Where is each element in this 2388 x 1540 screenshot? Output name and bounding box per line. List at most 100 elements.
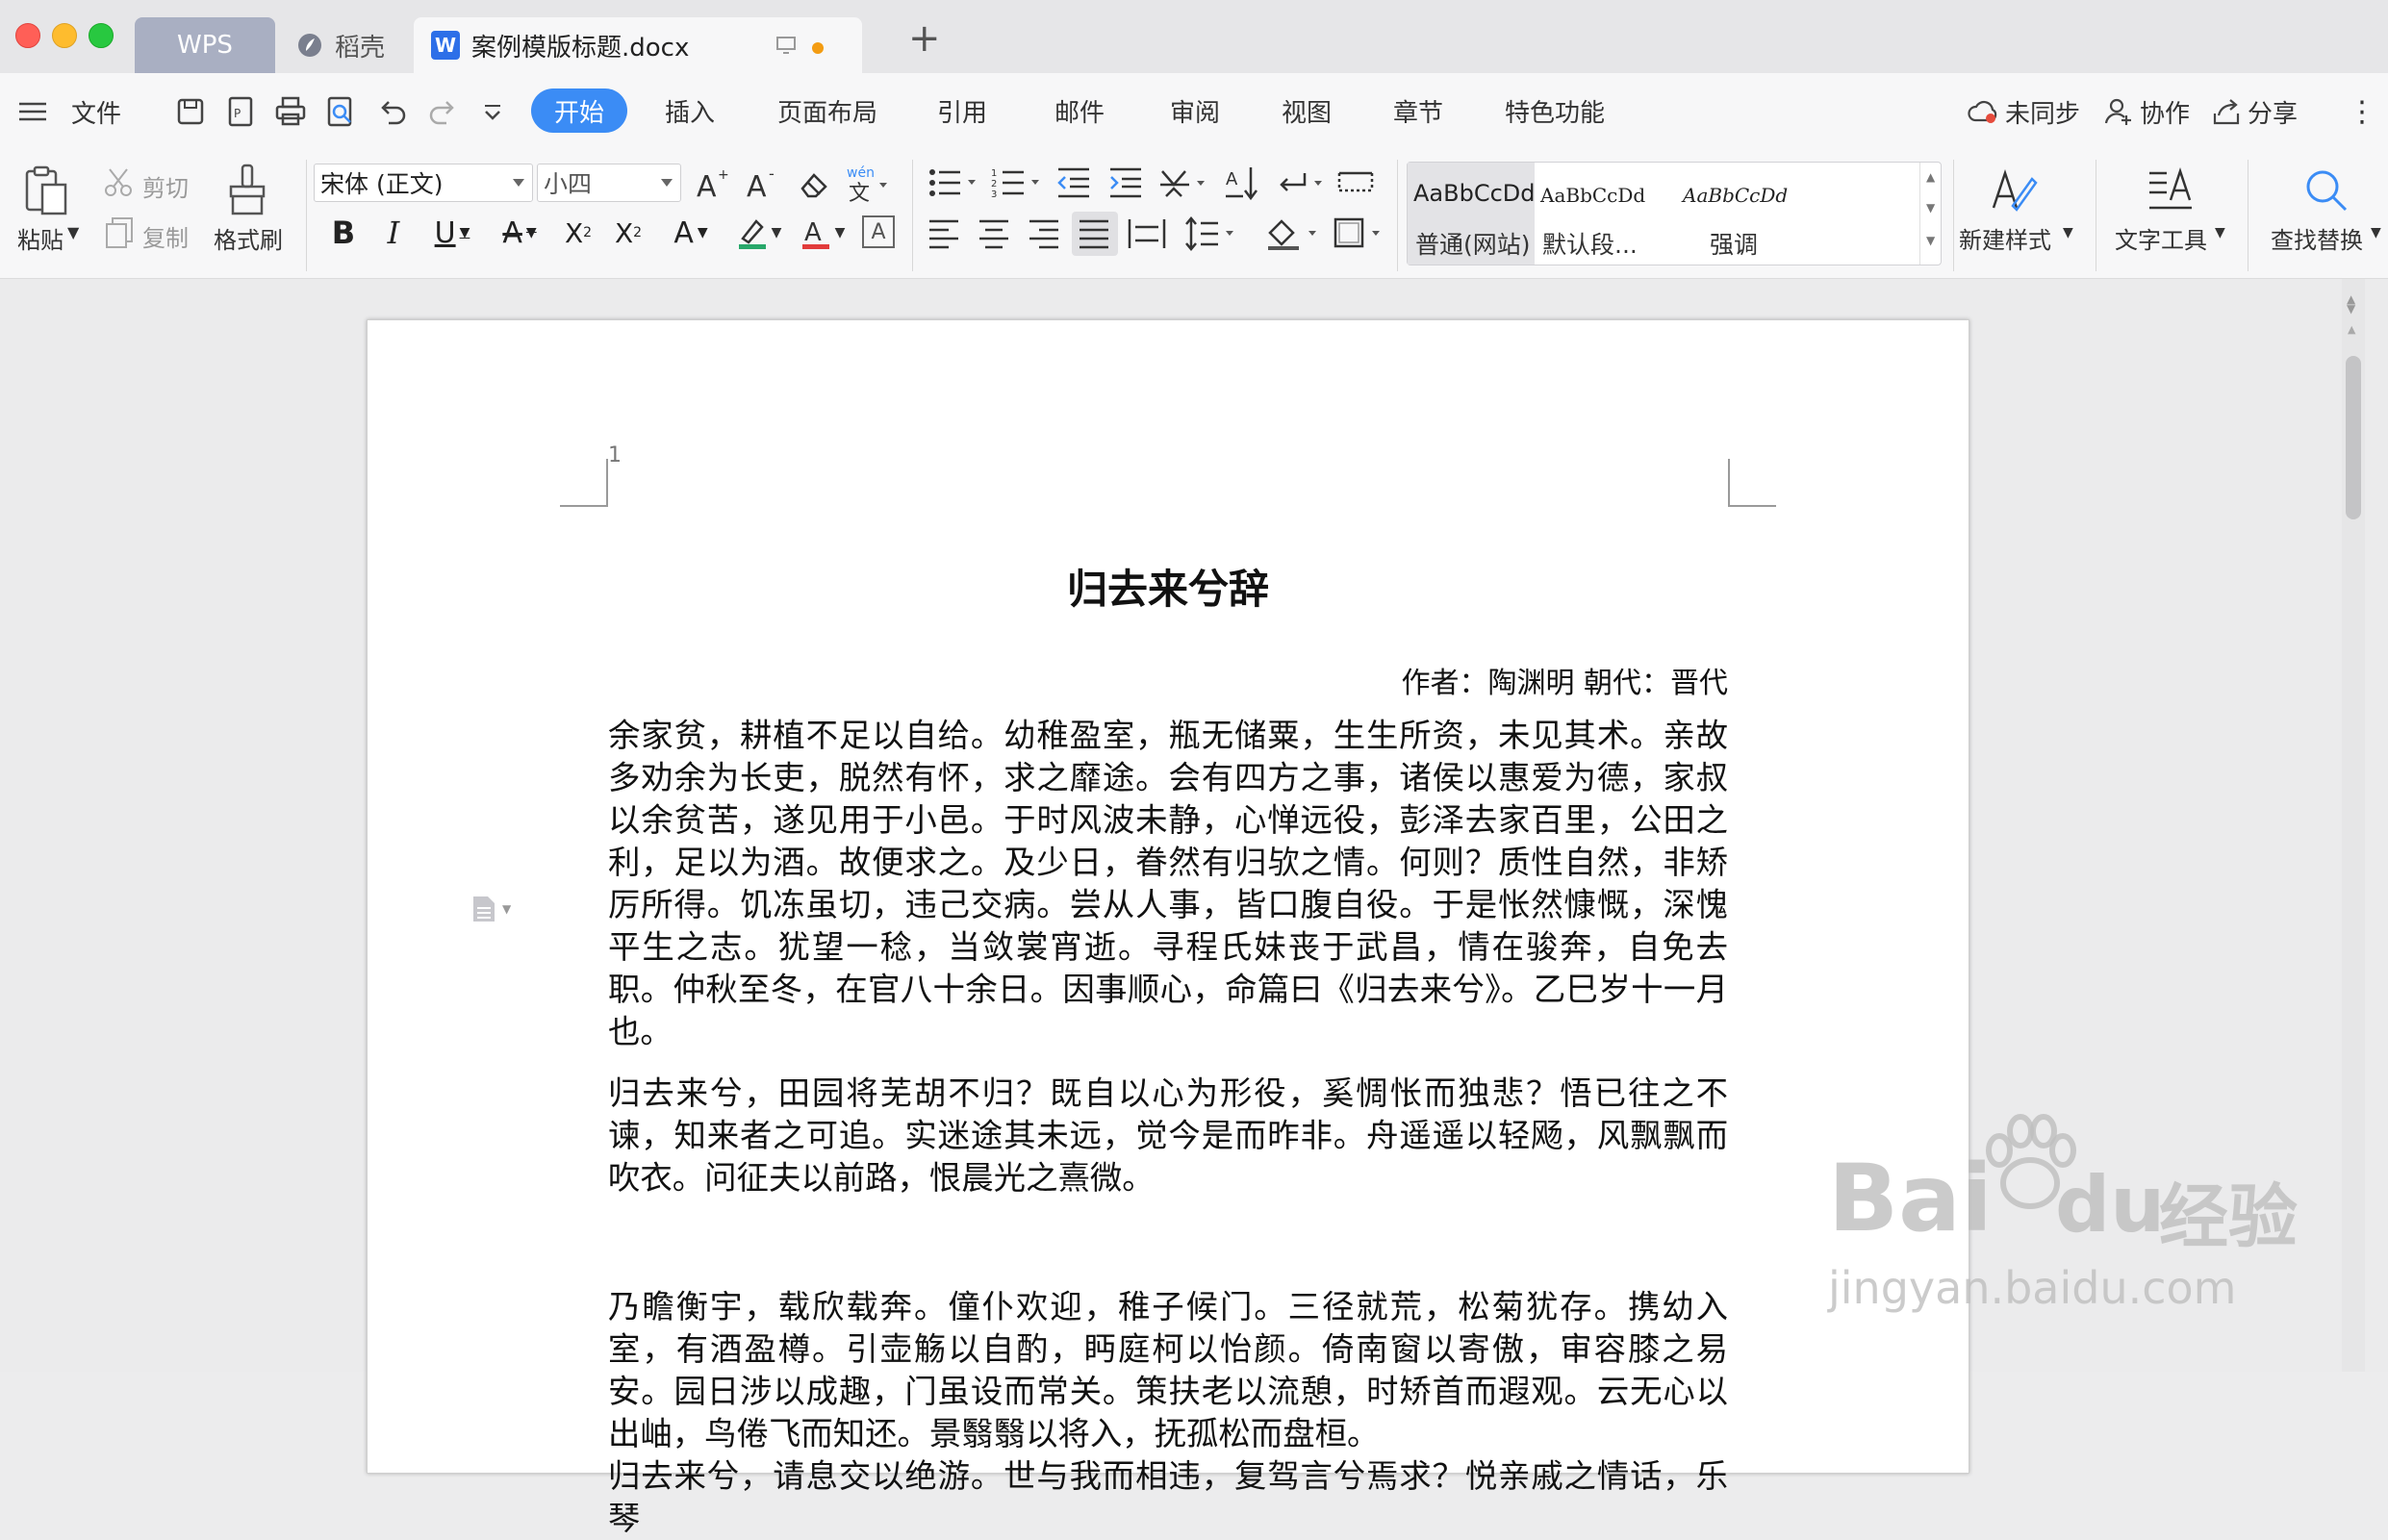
share-icon [2213, 99, 2240, 125]
character-border-button[interactable]: A [862, 215, 895, 248]
document-page[interactable]: 1 归去来兮辞 作者：陶渊明 朝代：晋代 余家贫，耕植不足以自给。幼稚盈室，瓶无… [367, 319, 1969, 1537]
font-color-button[interactable]: A ▼ [793, 214, 851, 252]
style-sample: AaBbCcDd [1683, 184, 1789, 207]
tab-daoke-label: 稻壳 [335, 33, 386, 63]
paragraph-handle[interactable]: ▼ [471, 895, 511, 923]
decrease-indent-icon[interactable] [1056, 165, 1093, 200]
line-spacing-icon[interactable] [1183, 215, 1239, 252]
tab-home[interactable]: 开始 [531, 88, 627, 133]
monitor-icon[interactable] [775, 35, 797, 56]
table-of-contents-icon[interactable] [1337, 167, 1374, 198]
show-hide-marks-icon[interactable] [1276, 164, 1328, 202]
document-author-line[interactable]: 作者：陶渊明 朝代：晋代 [608, 659, 1728, 701]
highlight-color-button[interactable]: ▼ [729, 214, 787, 252]
close-window-button[interactable] [15, 23, 40, 48]
zoom-window-button[interactable] [89, 23, 114, 48]
scroll-top-icon[interactable]: ▲ ▼ [2347, 293, 2355, 315]
align-right-icon[interactable] [1028, 217, 1062, 250]
collaborate-button[interactable]: 协作 [2103, 73, 2190, 150]
tab-document[interactable]: W 案例模版标题.docx [414, 17, 862, 73]
increase-indent-icon[interactable] [1108, 165, 1145, 200]
baidu-jingyan-watermark: Bai du 经验 jingyan.baidu.com [1828, 1106, 2309, 1327]
align-center-icon[interactable] [978, 217, 1012, 250]
svg-text:P: P [234, 107, 241, 120]
file-menu[interactable]: 文件 [71, 73, 121, 150]
bold-button[interactable]: B [327, 214, 360, 252]
print-icon[interactable] [273, 94, 308, 129]
decrease-font-size-icon[interactable]: A - [745, 165, 781, 202]
borders-icon[interactable] [1332, 214, 1385, 252]
chevron-down-icon[interactable]: ▼ [1926, 201, 1935, 215]
italic-button[interactable]: I [377, 214, 410, 252]
font-name-select[interactable]: 宋体 (正文) [314, 164, 533, 202]
chevron-up-icon[interactable]: ▲ [2348, 323, 2355, 336]
export-pdf-icon[interactable]: P [223, 94, 258, 129]
hamburger-menu-icon[interactable] [15, 94, 50, 129]
tab-references-label: 引用 [936, 98, 987, 128]
cut-label: 剪切 [142, 175, 189, 202]
clear-formatting-icon[interactable] [797, 167, 831, 202]
style-gallery: AaBbCcDd 普通(网站) AaBbCcDd 默认段... AaBbCcDd… [1407, 162, 1942, 265]
justify-button[interactable] [1072, 212, 1118, 256]
collaborate-label: 协作 [2140, 99, 2191, 129]
distributed-align-icon[interactable] [1128, 217, 1166, 250]
tab-mailings[interactable]: 邮件 [1041, 88, 1118, 133]
underline-button[interactable]: U ▼ [423, 214, 481, 252]
text-effect-button[interactable]: A ▼ [662, 214, 720, 252]
document-title[interactable]: 归去来兮辞 [608, 557, 1728, 616]
style-emphasis[interactable]: AaBbCcDd 强调 [1662, 163, 1789, 265]
align-justify-icon [1080, 219, 1108, 249]
strikethrough-button[interactable]: A ▼ [491, 214, 548, 252]
more-options-icon[interactable]: ⋮ [2348, 73, 2376, 150]
tab-view-label: 视图 [1281, 98, 1332, 128]
tab-review[interactable]: 审阅 [1156, 88, 1233, 133]
print-preview-icon[interactable] [323, 94, 358, 129]
minimize-window-button[interactable] [52, 23, 77, 48]
document-paragraph[interactable]: 余家贫，耕植不足以自给。幼稚盈室，瓶无储粟，生生所资，未见其术。亲故多劝余为长吏… [608, 715, 1728, 1053]
font-size-select[interactable]: 小四 [537, 164, 681, 202]
chevron-down-icon [513, 179, 524, 187]
shading-icon[interactable] [1264, 214, 1322, 252]
paste-dropdown-icon[interactable]: ▼ [67, 223, 79, 241]
margin-corner-mark [1728, 459, 1776, 507]
style-default-paragraph[interactable]: AaBbCcDd 默认段... [1535, 163, 1662, 265]
phonetic-guide-icon[interactable]: wén 文 [845, 164, 889, 202]
increase-font-size-icon[interactable]: A + [695, 165, 731, 202]
subscript-button[interactable]: X2 [608, 214, 648, 252]
tab-daoke[interactable]: 稻壳 [289, 17, 410, 73]
save-icon[interactable] [173, 94, 208, 129]
expand-gallery-icon[interactable]: ▼ [1926, 234, 1935, 247]
scrollbar-thumb[interactable] [2346, 356, 2361, 519]
vertical-scrollbar[interactable]: ▲ ▼ ▲ [2342, 279, 2365, 1372]
document-paragraph[interactable]: 乃瞻衡宇，载欣载奔。僮仆欢迎，稚子候门。三径就荒，松菊犹存。携幼入室，有酒盈樽。… [608, 1286, 1728, 1455]
document-paragraph[interactable]: 归去来兮，请息交以绝游。世与我而相违，复驾言兮焉求？悦亲戚之情话，乐琴 [608, 1455, 1728, 1540]
bullet-list-icon[interactable] [927, 165, 979, 200]
tab-insert[interactable]: 插入 [647, 88, 733, 133]
chinese-layout-icon[interactable] [1158, 164, 1210, 202]
superscript-button[interactable]: X2 [558, 214, 598, 252]
margin-corner-mark [560, 459, 608, 507]
undo-icon[interactable] [375, 94, 410, 129]
chevron-up-icon[interactable]: ▲ [1926, 170, 1935, 184]
style-normal-web[interactable]: AaBbCcDd 普通(网站) [1408, 163, 1536, 265]
share-button[interactable]: 分享 [2211, 73, 2298, 150]
separator [1397, 160, 1398, 271]
tab-wps[interactable]: WPS [135, 17, 275, 73]
style-gallery-scroller[interactable]: ▲ ▼ ▼ [1919, 163, 1941, 265]
tab-page-layout[interactable]: 页面布局 [766, 88, 889, 133]
sync-status[interactable]: 未同步 [1967, 73, 2080, 150]
svg-text:A: A [697, 170, 717, 202]
wps-writer-icon: W [431, 31, 460, 60]
sort-icon[interactable]: A [1224, 164, 1260, 202]
new-tab-button[interactable]: + [908, 19, 941, 58]
customize-toolbar-icon[interactable] [475, 94, 510, 129]
tab-references[interactable]: 引用 [924, 88, 1001, 133]
redo-icon[interactable] [425, 94, 460, 129]
align-left-icon[interactable] [927, 217, 962, 250]
numbered-list-icon[interactable]: 1 2 3 [991, 165, 1043, 200]
tab-view[interactable]: 视图 [1268, 88, 1345, 133]
document-paragraph[interactable]: 归去来兮，田园将芜胡不归？既自以心为形役，奚惆怅而独悲？悟已往之不谏，知来者之可… [608, 1073, 1728, 1199]
tab-chapter[interactable]: 章节 [1380, 88, 1457, 133]
style-sample: AaBbCcDd [1413, 180, 1536, 207]
tab-special-features[interactable]: 特色功能 [1497, 88, 1613, 133]
